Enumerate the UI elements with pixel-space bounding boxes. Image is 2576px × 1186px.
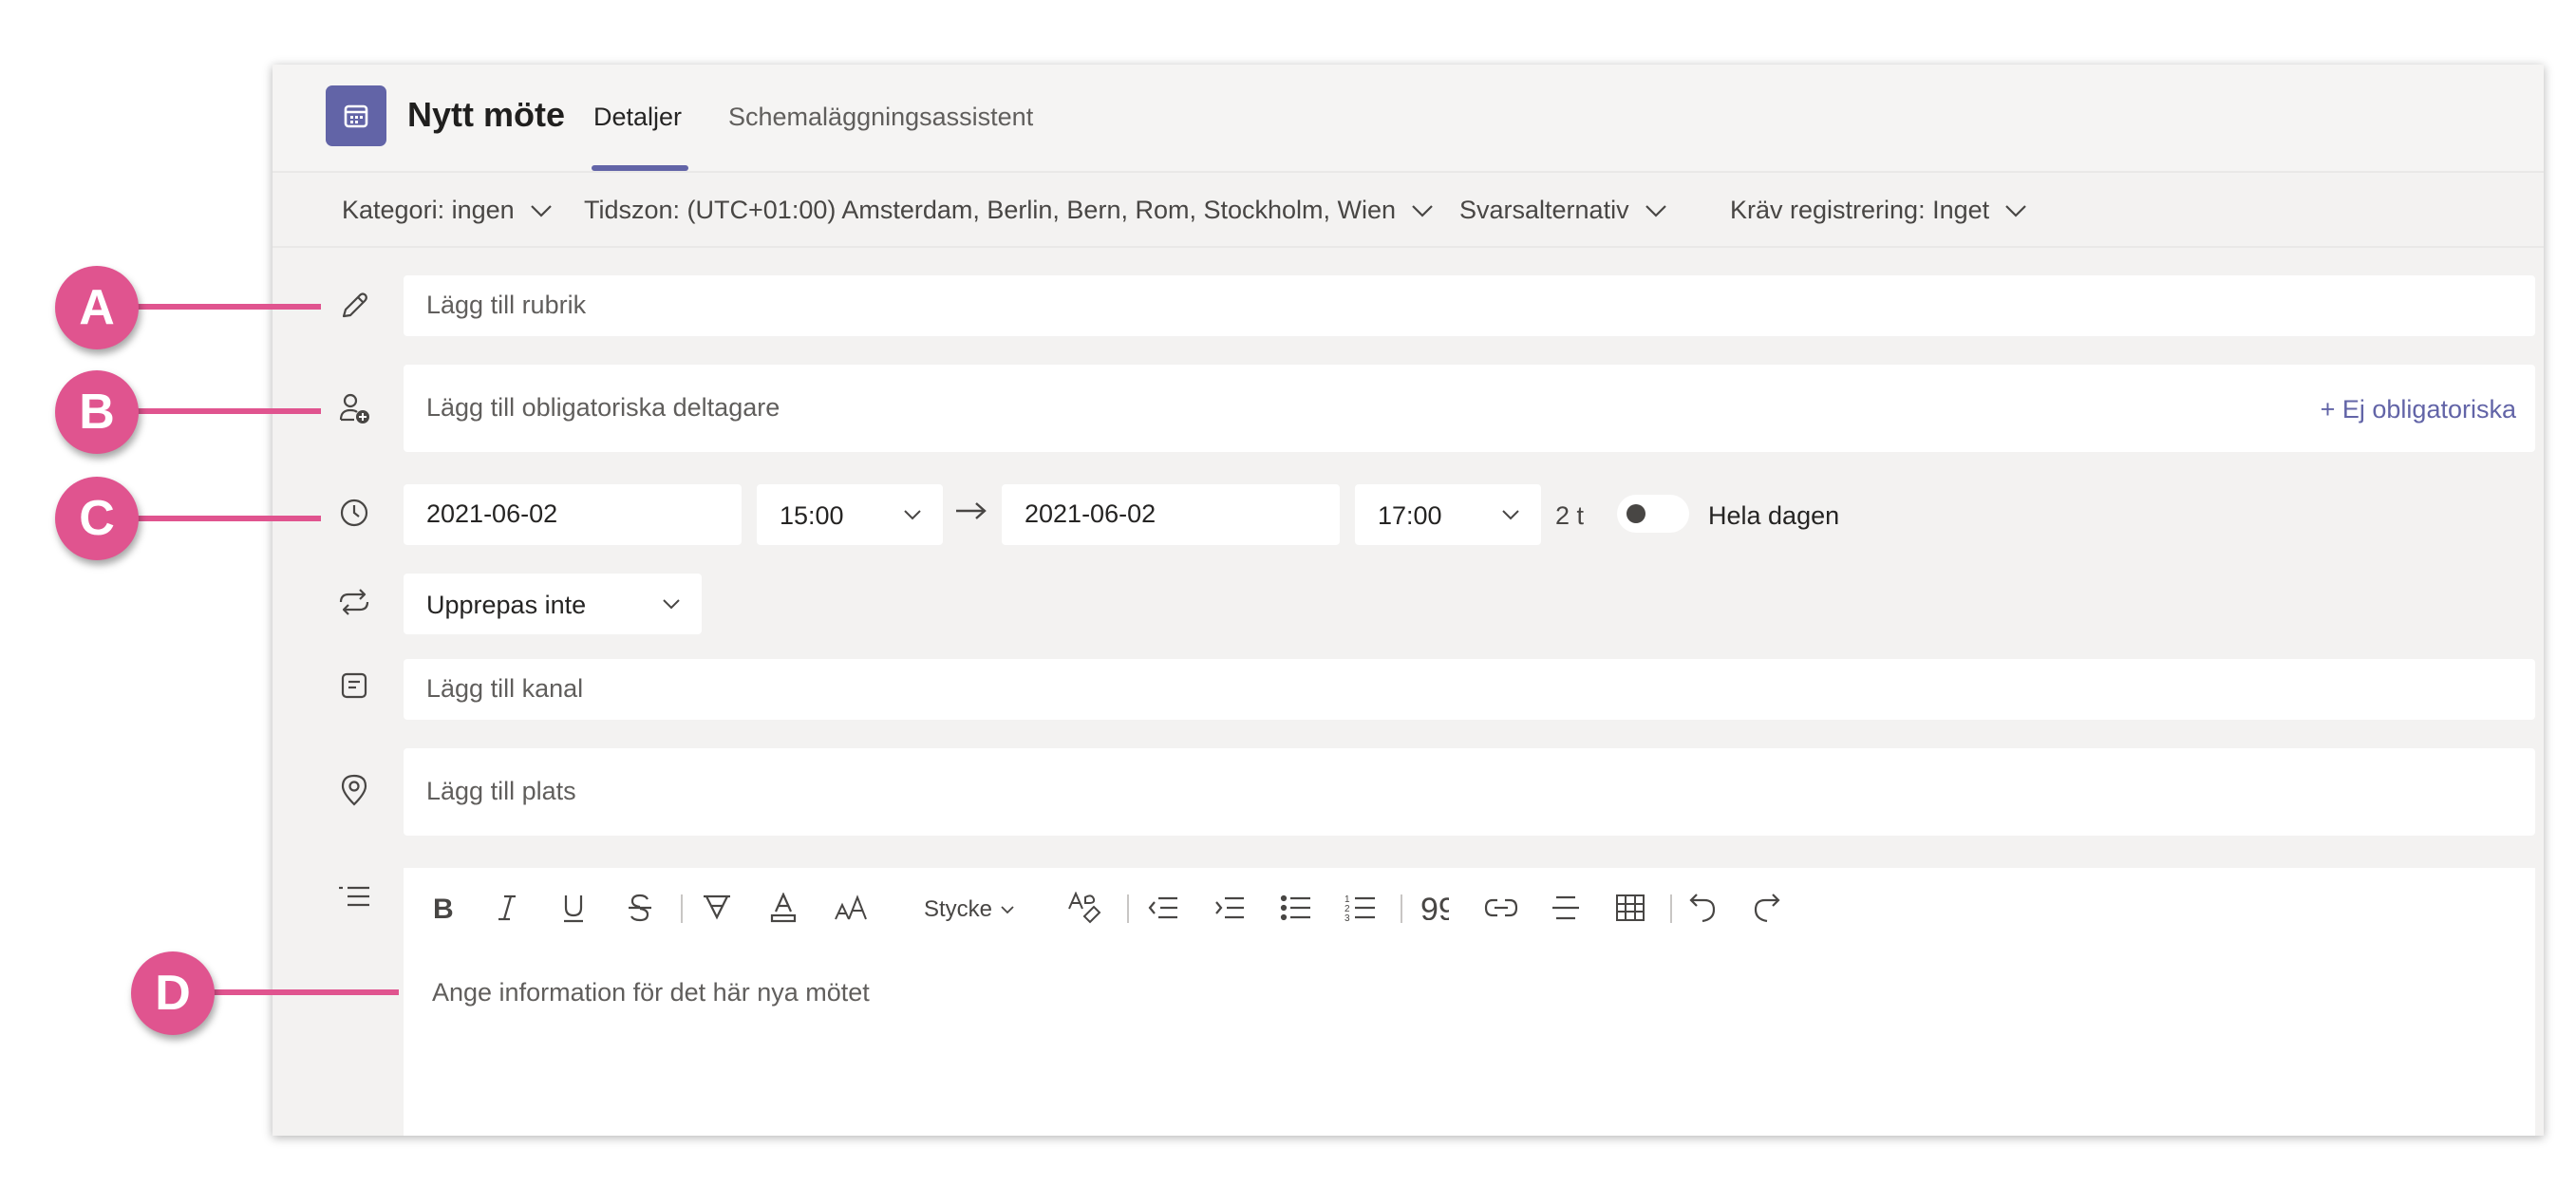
channel-placeholder: Lägg till kanal [426,674,584,703]
channel-icon [337,668,371,703]
add-person-icon [337,391,371,425]
link-icon[interactable] [1482,889,1520,927]
response-options-dropdown[interactable]: Svarsalternativ [1459,196,1667,225]
registration-dropdown[interactable]: Kräv registrering: Inget [1730,196,2027,225]
tab-details[interactable]: Detaljer [593,103,682,132]
paragraph-style-dropdown[interactable]: Stycke [924,896,1015,923]
end-date-input[interactable]: 2021-06-02 [1002,484,1340,545]
callout-a: A [55,266,139,349]
divider [273,246,2544,248]
end-time-dropdown[interactable]: 17:00 [1355,484,1541,545]
start-date-input[interactable]: 2021-06-02 [404,484,742,545]
timezone-label: Tidszon: (UTC+01:00) Amsterdam, Berlin, … [584,196,1397,224]
highlight-icon[interactable] [700,889,734,927]
chevron-down-icon [530,204,552,217]
paragraph-style-label: Stycke [924,896,993,922]
calendar-icon [326,85,386,146]
decrease-indent-icon[interactable] [1146,889,1180,927]
callout-a-line [133,304,321,310]
chevron-down-icon [1502,510,1519,520]
chevron-down-icon [1412,204,1433,217]
response-options-label: Svarsalternativ [1459,196,1629,224]
pencil-icon [337,289,371,323]
duration-label: 2 t [1555,501,1585,530]
location-placeholder: Lägg till plats [426,777,576,805]
chevron-down-icon [663,599,680,610]
add-optional-attendees-link[interactable]: + Ej obligatoriska [2321,395,2516,424]
category-label: Kategori: ingen [342,196,515,224]
details-placeholder: Ange information för det här nya mötet [432,978,870,1007]
svg-text:99: 99 [1420,895,1449,920]
page-title: Nytt möte [407,95,566,134]
new-meeting-window: Nytt möte Detaljer Schemaläggningsassist… [273,65,2544,1136]
start-time-dropdown[interactable]: 15:00 [757,484,943,545]
font-size-icon[interactable] [833,889,871,927]
tab-scheduling-assistant[interactable]: Schemaläggningsassistent [728,103,1033,132]
repeat-icon [337,585,371,619]
timezone-dropdown[interactable]: Tidszon: (UTC+01:00) Amsterdam, Berlin, … [584,196,1434,225]
svg-text:B: B [433,894,454,922]
all-day-label: Hela dagen [1708,501,1840,530]
end-time-value: 17:00 [1378,501,1442,530]
chevron-down-icon [904,510,921,520]
callout-d-line [209,989,399,995]
italic-icon[interactable] [493,889,521,927]
header: Nytt möte Detaljer Schemaläggningsassist… [273,65,2544,171]
title-placeholder: Lägg till rubrik [426,291,587,319]
repeat-dropdown[interactable]: Upprepas inte [404,574,702,634]
location-input[interactable]: Lägg till plats [404,748,2535,836]
callout-c: C [55,477,139,560]
quote-icon[interactable]: 99 [1418,889,1452,927]
attendees-input[interactable]: Lägg till obligatoriska deltagare + Ej o… [404,365,2535,452]
chevron-down-icon [1001,906,1014,914]
bold-icon[interactable]: B [428,889,457,927]
redo-icon[interactable] [1750,889,1784,927]
channel-input[interactable]: Lägg till kanal [404,659,2535,720]
underline-icon[interactable] [559,889,588,927]
clock-icon [337,496,371,530]
undo-icon[interactable] [1685,889,1720,927]
title-input[interactable]: Lägg till rubrik [404,275,2535,336]
horizontal-rule-icon[interactable] [1549,889,1583,927]
repeat-value: Upprepas inte [426,591,587,619]
callout-d: D [131,951,215,1035]
strikethrough-icon[interactable] [626,889,654,927]
arrow-right-icon [954,494,988,531]
registration-label: Kräv registrering: Inget [1730,196,1990,224]
category-dropdown[interactable]: Kategori: ingen [342,196,553,225]
details-list-icon [337,879,371,913]
location-pin-icon [337,773,371,807]
callout-c-line [133,516,321,521]
increase-indent-icon[interactable] [1213,889,1247,927]
toggle-knob [1626,504,1645,523]
callout-b: B [55,370,139,454]
table-icon[interactable] [1613,889,1647,927]
meeting-details-editor[interactable]: B Stycke 1 2 3 99 Ange information för d… [404,868,2535,1136]
toolbar-separator [1401,894,1402,923]
end-date-value: 2021-06-02 [1025,499,1156,528]
toolbar-separator [1670,894,1672,923]
start-time-value: 15:00 [780,501,844,530]
start-date-value: 2021-06-02 [426,499,558,528]
svg-text:3: 3 [1344,913,1350,923]
attendees-placeholder: Lägg till obligatoriska deltagare [426,393,780,422]
chevron-down-icon [1645,204,1666,217]
font-color-icon[interactable] [766,889,800,927]
all-day-toggle[interactable] [1617,495,1689,533]
callout-b-line [133,408,321,414]
bulleted-list-icon[interactable] [1279,889,1313,927]
options-bar: Kategori: ingen Tidszon: (UTC+01:00) Ams… [273,173,2544,247]
toolbar-separator [681,894,683,923]
numbered-list-icon[interactable]: 123 [1344,889,1378,927]
chevron-down-icon [2005,204,2026,217]
format-painter-icon[interactable] [1066,889,1104,927]
toolbar-separator [1127,894,1129,923]
